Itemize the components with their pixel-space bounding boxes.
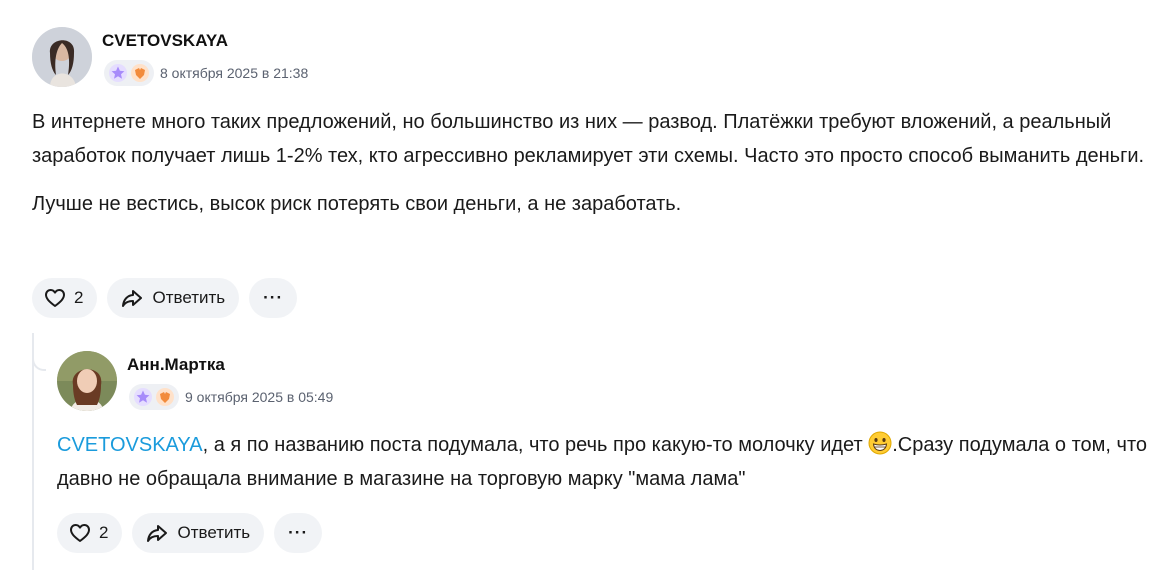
comment-actions: 2 Ответить ··· — [32, 278, 298, 318]
comment-text: CVETOVSKAYA, а я по названию поста подум… — [57, 428, 1157, 496]
badge-group[interactable] — [104, 60, 154, 86]
more-button[interactable]: ··· — [274, 513, 323, 553]
comment-paragraph: Лучше не вестись, высок риск потерять св… — [32, 193, 682, 215]
grinning-emoji-icon — [868, 431, 892, 455]
share-arrow-icon — [122, 290, 143, 307]
like-button[interactable]: 2 — [57, 513, 123, 553]
like-count: 2 — [74, 288, 84, 307]
share-arrow-icon — [147, 525, 168, 542]
reply-label: Ответить — [177, 523, 251, 542]
comment-actions: 2 Ответить ··· — [57, 513, 323, 553]
mention-link[interactable]: CVETOVSKAYA — [57, 434, 203, 456]
thread-connector — [32, 333, 46, 371]
comment-text-part: , а я по названию поста подумала, что ре… — [202, 434, 869, 456]
star-badge-icon — [134, 388, 152, 406]
username[interactable]: Анн.Мартка — [127, 355, 225, 375]
star-badge-icon — [109, 64, 127, 82]
more-button[interactable]: ··· — [249, 278, 298, 318]
heart-badge-icon — [131, 64, 149, 82]
heart-badge-icon — [156, 388, 174, 406]
more-icon: ··· — [288, 523, 309, 542]
avatar[interactable] — [57, 351, 117, 411]
heart-icon — [70, 524, 90, 542]
more-icon: ··· — [263, 288, 284, 307]
timestamp: 8 октября 2025 в 21:38 — [160, 65, 309, 81]
like-count: 2 — [99, 523, 109, 542]
reply-button[interactable]: Ответить — [107, 278, 240, 318]
reply-button[interactable]: Ответить — [132, 513, 265, 553]
reply-label: Ответить — [152, 288, 226, 307]
comment-paragraph: В интернете много таких предложений, но … — [32, 111, 1145, 167]
username[interactable]: CVETOVSKAYA — [102, 31, 228, 51]
comment-meta: 9 октября 2025 в 05:49 — [129, 384, 333, 410]
comment-meta: 8 октября 2025 в 21:38 — [104, 60, 308, 86]
heart-icon — [45, 289, 65, 307]
badge-group[interactable] — [129, 384, 179, 410]
like-button[interactable]: 2 — [32, 278, 98, 318]
thread-line — [32, 333, 34, 570]
comment-text: В интернете много таких предложений, но … — [32, 105, 1157, 221]
avatar[interactable] — [32, 27, 92, 87]
timestamp: 9 октября 2025 в 05:49 — [185, 389, 334, 405]
